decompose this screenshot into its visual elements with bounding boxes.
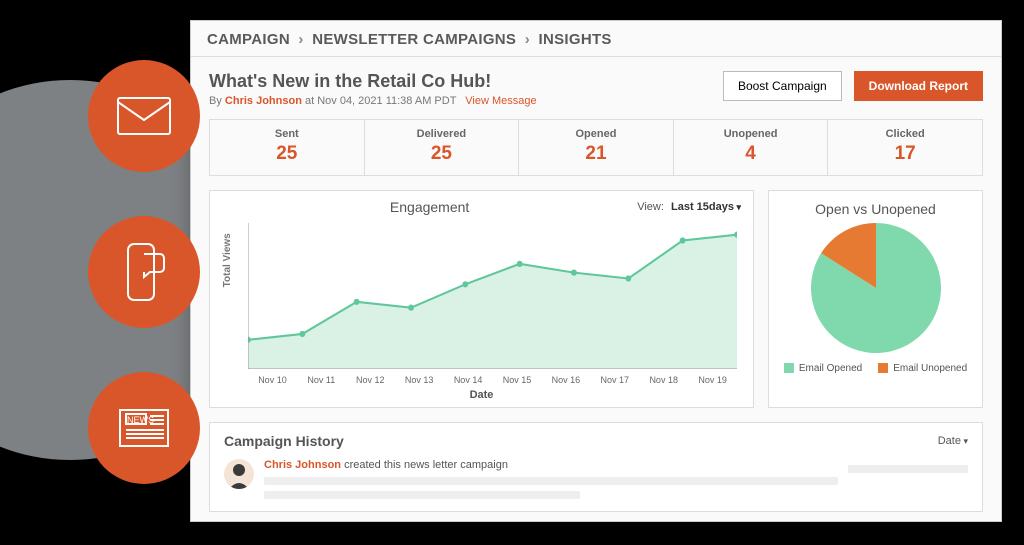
view-message-link[interactable]: View Message	[465, 95, 536, 107]
history-title: Campaign History	[224, 433, 938, 449]
engagement-chart-card: Engagement View: Last 15days Total Views…	[209, 190, 754, 408]
breadcrumb-item[interactable]: INSIGHTS	[538, 31, 611, 48]
author-link[interactable]: Chris Johnson	[225, 95, 302, 107]
chevron-right-icon: ›	[294, 31, 307, 48]
page-title: What's New in the Retail Co Hub!	[209, 71, 711, 92]
avatar	[224, 459, 254, 489]
history-sort-dropdown[interactable]: Date	[938, 435, 968, 447]
stat-opened[interactable]: Opened 21	[519, 120, 674, 175]
stat-sent[interactable]: Sent 25	[210, 120, 365, 175]
breadcrumb: CAMPAIGN › NEWSLETTER CAMPAIGNS › INSIGH…	[191, 21, 1001, 57]
breadcrumb-item[interactable]: CAMPAIGN	[207, 31, 290, 48]
boost-campaign-button[interactable]: Boost Campaign	[723, 71, 842, 101]
engagement-title: Engagement	[222, 199, 637, 215]
history-row: Chris Johnson created this news letter c…	[224, 459, 968, 499]
svg-text:NEWS: NEWS	[127, 415, 154, 425]
engagement-plot	[248, 223, 737, 369]
engagement-ylabel: Total Views	[222, 233, 233, 287]
email-icon	[88, 60, 200, 172]
pie-title: Open vs Unopened	[815, 201, 936, 217]
legend-unopened: Email Unopened	[878, 363, 967, 374]
view-range-dropdown[interactable]: Last 15days	[671, 201, 741, 213]
mobile-chat-icon	[88, 216, 200, 328]
history-text: Chris Johnson created this news letter c…	[264, 459, 838, 471]
stat-unopened[interactable]: Unopened 4	[674, 120, 829, 175]
open-vs-unopened-card: Open vs Unopened Email Opened Email Unop…	[768, 190, 983, 408]
pie-chart	[811, 223, 941, 353]
legend-opened: Email Opened	[784, 363, 862, 374]
engagement-xticks: Nov 10Nov 11Nov 12Nov 13Nov 14Nov 15Nov …	[248, 375, 737, 385]
stat-delivered[interactable]: Delivered 25	[365, 120, 520, 175]
engagement-xlabel: Date	[222, 389, 741, 401]
placeholder-line	[848, 465, 968, 473]
news-icon: NEWS	[88, 372, 200, 484]
stats-bar: Sent 25 Delivered 25 Opened 21 Unopened …	[209, 119, 983, 176]
byline: By Chris Johnson at Nov 04, 2021 11:38 A…	[209, 95, 711, 107]
download-report-button[interactable]: Download Report	[854, 71, 983, 101]
placeholder-line	[264, 491, 580, 499]
placeholder-line	[264, 477, 838, 485]
pie-legend: Email Opened Email Unopened	[784, 363, 967, 374]
stat-clicked[interactable]: Clicked 17	[828, 120, 982, 175]
chevron-right-icon: ›	[521, 31, 534, 48]
insights-window: CAMPAIGN › NEWSLETTER CAMPAIGNS › INSIGH…	[190, 20, 1002, 522]
breadcrumb-item[interactable]: NEWSLETTER CAMPAIGNS	[312, 31, 516, 48]
engagement-view-control: View: Last 15days	[637, 201, 741, 213]
campaign-history-card: Campaign History Date Chris Johnson crea…	[209, 422, 983, 512]
history-author-link[interactable]: Chris Johnson	[264, 459, 341, 471]
